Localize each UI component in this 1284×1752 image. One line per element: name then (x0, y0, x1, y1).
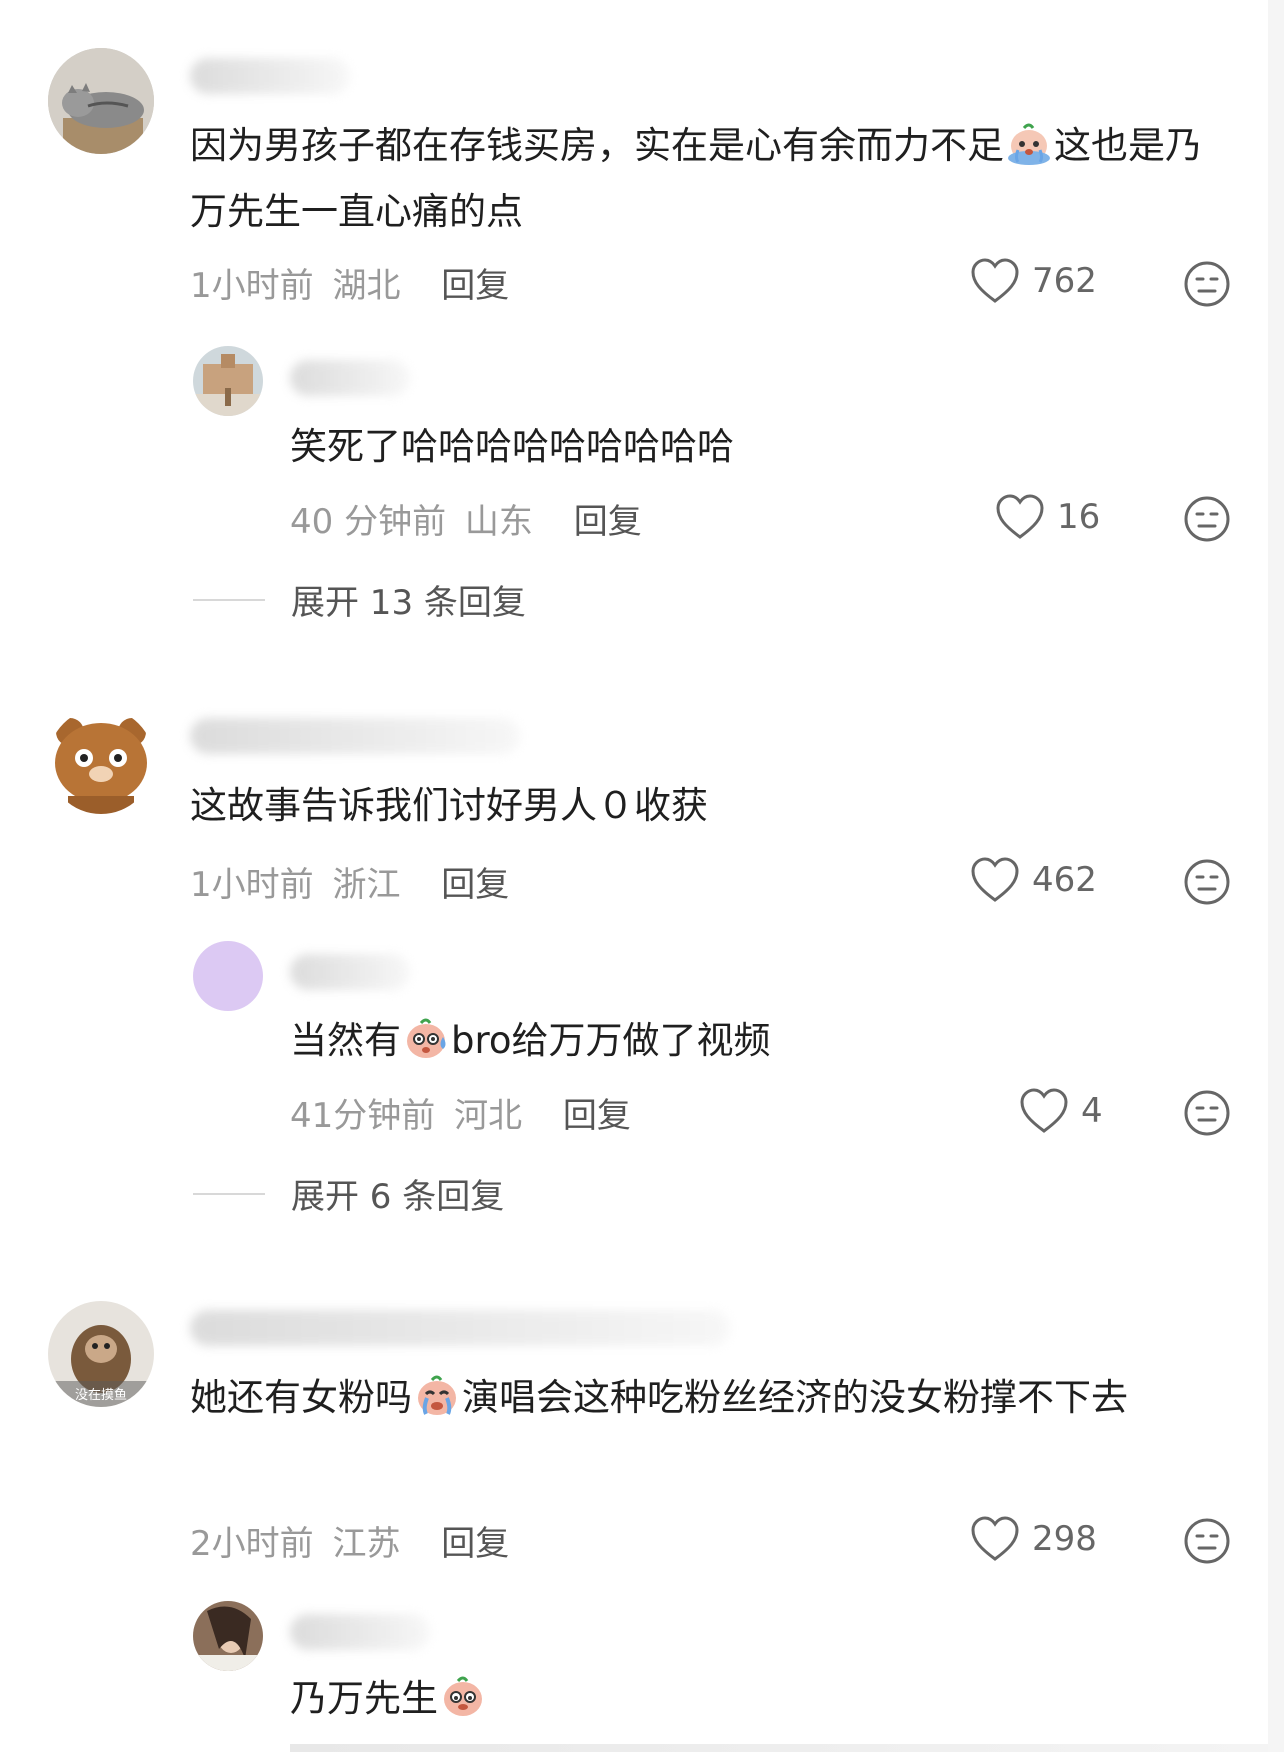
next-comment-meta-cut (290, 1744, 1270, 1752)
reply-button[interactable]: 回复 (441, 865, 509, 905)
comment-location: 河北 (454, 1096, 523, 1136)
like-button[interactable]: 298 (970, 1516, 1097, 1562)
like-button[interactable]: 16 (995, 494, 1100, 540)
avatar[interactable] (193, 941, 263, 1011)
dislike-face-icon[interactable] (1183, 260, 1231, 308)
like-count: 762 (1032, 261, 1097, 301)
crying-emoji-icon (418, 1375, 456, 1415)
dislike-face-icon[interactable] (1183, 858, 1231, 906)
comment-time: 41分钟前 (290, 1096, 436, 1136)
comment-time: 1小时前 (190, 865, 314, 905)
shy-emoji-icon (444, 1676, 482, 1716)
comment-location: 江苏 (332, 1524, 401, 1564)
comment-location: 湖北 (332, 266, 401, 306)
subreply-meta: 40 分钟前 山东 回复 (290, 494, 642, 543)
avatar[interactable] (193, 1601, 263, 1671)
building-avatar-image (193, 346, 263, 416)
comment-text: 她还有女粉吗 演唱会这种吃粉丝经济的没女粉撑不下去 (190, 1365, 1210, 1431)
dislike-face-icon[interactable] (1183, 495, 1231, 543)
username-blurred[interactable] (290, 1614, 430, 1650)
avatar[interactable]: 没在摸鱼 (48, 1301, 154, 1407)
avatar-caption: 没在摸鱼 (75, 1387, 127, 1403)
comment-time: 40 分钟前 (290, 502, 447, 542)
heart-icon (971, 857, 1019, 902)
comment-text: 因为男孩子都在存钱买房，实在是心有余而力不足 这也是乃万先生一直心痛的点 (190, 113, 1210, 245)
comment-text: 这故事告诉我们讨好男人０收获 (190, 784, 708, 827)
heart-icon (971, 1516, 1019, 1561)
username-blurred[interactable] (290, 360, 410, 396)
crying-emoji-icon (1008, 123, 1050, 165)
comment-meta: 2小时前 江苏 回复 (190, 1516, 509, 1565)
username-blurred[interactable] (190, 718, 520, 754)
reply-button[interactable]: 回复 (574, 502, 642, 542)
heart-icon (1020, 1088, 1068, 1133)
comment-location: 浙江 (332, 865, 401, 905)
subreply-meta: 41分钟前 河北 回复 (290, 1088, 631, 1137)
sweat-emoji-icon (407, 1018, 446, 1058)
reply-button[interactable]: 回复 (441, 266, 509, 306)
subreply-text: 乃万先生 (290, 1666, 488, 1732)
comment-location: 山东 (464, 502, 533, 542)
avatar[interactable] (48, 48, 154, 154)
dislike-face-icon[interactable] (1183, 1517, 1231, 1565)
comment-meta: 1小时前 湖北 回复 (190, 258, 509, 307)
like-count: 16 (1057, 497, 1101, 537)
avatar[interactable] (48, 708, 154, 814)
reply-button[interactable]: 回复 (563, 1096, 631, 1136)
heart-icon (971, 258, 1019, 303)
expand-replies-label: 展开 6 条回复 (291, 1177, 505, 1217)
like-button[interactable]: 762 (970, 258, 1097, 304)
comment-meta: 1小时前 浙江 回复 (190, 857, 509, 906)
dislike-face-icon[interactable] (1183, 1089, 1231, 1137)
expand-replies-button[interactable]: 展开 6 条回复 (193, 1169, 504, 1218)
bear-avatar-image (48, 708, 154, 814)
expand-replies-label: 展开 13 条回复 (291, 583, 526, 623)
username-blurred[interactable] (190, 1310, 730, 1346)
subreply-text: 笑死了哈哈哈哈哈哈哈哈哈 (290, 425, 734, 468)
like-count: 462 (1032, 860, 1097, 900)
like-count: 298 (1032, 1519, 1097, 1559)
right-edge-strip (1268, 0, 1284, 1752)
username-blurred[interactable] (190, 58, 350, 94)
like-button[interactable]: 462 (970, 857, 1097, 903)
cat-avatar-image (48, 48, 154, 154)
divider-line (193, 598, 265, 601)
expand-replies-button[interactable]: 展开 13 条回复 (193, 575, 526, 624)
subreply-text: 当然有 bro给万万做了视频 (290, 1008, 771, 1074)
comment-time: 1小时前 (190, 266, 314, 306)
monkey-avatar-image: 没在摸鱼 (48, 1301, 154, 1407)
like-count: 4 (1081, 1091, 1103, 1131)
portrait-avatar-image (193, 1601, 263, 1671)
reply-button[interactable]: 回复 (441, 1524, 509, 1564)
like-button[interactable]: 4 (1019, 1088, 1103, 1134)
avatar[interactable] (193, 346, 263, 416)
comment-time: 2小时前 (190, 1524, 314, 1564)
username-blurred[interactable] (290, 954, 410, 990)
heart-icon (996, 494, 1044, 539)
divider-line (193, 1192, 265, 1195)
